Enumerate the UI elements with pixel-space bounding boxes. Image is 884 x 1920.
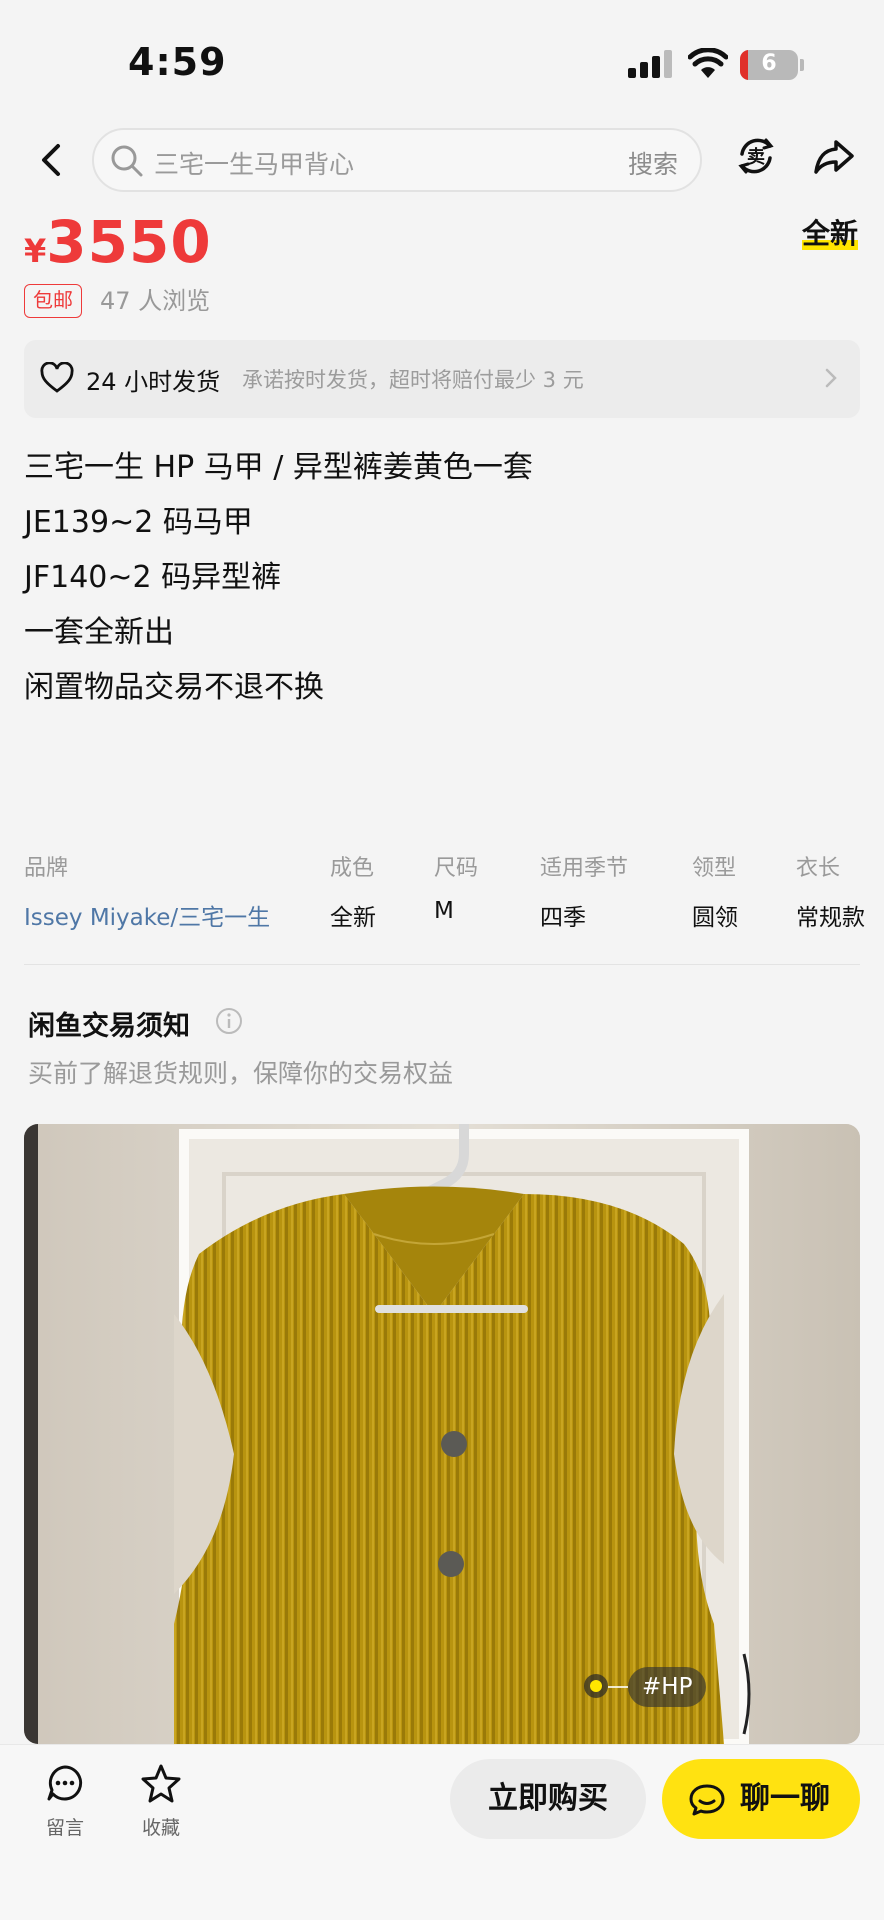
divider [24,964,860,965]
attr-condition: 成色 全新 [330,850,376,932]
info-icon[interactable] [214,1006,244,1036]
vest-illustration [24,1124,860,1744]
attr-value: 圆领 [692,905,738,931]
brand-link[interactable]: Issey Miyake/三宅一生 [24,898,270,932]
trade-notice-title[interactable]: 闲鱼交易须知 [28,1004,190,1043]
attr-key: 领型 [692,856,737,881]
attr-value: 全新 [330,905,376,931]
status-bar: 4:59 6 [0,0,884,120]
chevron-right-icon [825,368,837,388]
attr-size: 尺码 M [434,850,478,924]
share-icon[interactable] [812,134,856,178]
attr-value: 四季 [540,905,586,931]
view-count: 47 人浏览 [100,287,211,315]
description-line: JE139~2 码马甲 [24,505,253,540]
favorite-button[interactable]: 收藏 [126,1763,196,1840]
photo-tag-line [608,1686,628,1688]
photo-tag-dot[interactable] [584,1674,608,1698]
chat-button[interactable]: 聊一聊 [662,1759,860,1839]
photo-tag-label[interactable]: #HP [628,1667,707,1707]
battery-level: 6 [761,51,777,76]
status-time: 4:59 [128,40,227,84]
sell-icon[interactable]: 卖 [734,134,778,178]
buy-now-button[interactable]: 立即购买 [450,1759,646,1839]
search-placeholder: 三宅一生马甲背心 [154,150,355,179]
search-input[interactable]: 三宅一生马甲背心 搜索 [92,128,702,192]
favorite-label: 收藏 [141,1817,180,1839]
description-line: 闲置物品交易不退不换 [24,670,324,705]
attr-length: 衣长 常规款 [796,850,865,932]
heart-icon [40,362,74,393]
promise-desc: 承诺按时发货，超时将赔付最少 3 元 [242,368,584,392]
chat-label: 聊一聊 [740,1781,830,1816]
attr-key: 品牌 [24,856,69,881]
nav-bar: 三宅一生马甲背心 搜索 卖 [0,120,884,204]
bottom-action-bar: 留言 收藏 立即购买 聊一聊 [0,1744,884,1920]
promise-title: 24 小时发货 [86,368,221,396]
product-description: 三宅一生 HP 马甲 / 异型裤姜黄色一套 JE139~2 码马甲 JF140~… [24,440,864,715]
description-line: 三宅一生 HP 马甲 / 异型裤姜黄色一套 [24,450,533,485]
svg-text:卖: 卖 [747,146,765,168]
price-amount: 3550 [46,208,212,276]
attr-collar: 领型 圆领 [692,850,738,932]
comment-button[interactable]: 留言 [30,1763,100,1840]
price: ¥3550 [24,208,212,276]
price-currency: ¥ [24,232,47,270]
description-line: 一套全新出 [24,615,174,650]
attr-season: 适用季节 四季 [540,850,628,932]
search-icon [111,145,143,177]
trade-notice-subtitle: 买前了解退货规则，保障你的交易权益 [28,1059,454,1088]
battery-tip [800,59,804,71]
free-shipping-badge: 包邮 [24,284,82,318]
shipping-promise-banner[interactable]: 24 小时发货 承诺按时发货，超时将赔付最少 3 元 [24,340,860,418]
condition-badge: 全新 [801,212,859,252]
attribute-table: 品牌 Issey Miyake/三宅一生 成色 全新 尺码 M 适用季节 四季 … [0,850,884,932]
chat-bubble-icon [689,1784,725,1816]
attr-key: 尺码 [434,856,479,881]
back-chevron-icon[interactable] [30,138,74,182]
attr-brand: 品牌 Issey Miyake/三宅一生 [24,850,270,932]
comment-label: 留言 [45,1817,84,1839]
product-photo[interactable] [24,1124,860,1744]
cellular-signal-icon [628,50,672,78]
attr-value: 常规款 [796,905,865,931]
wifi-icon [688,48,728,78]
description-line: JF140~2 码异型裤 [24,560,282,595]
attr-key: 衣长 [796,856,841,881]
battery-indicator: 6 [740,50,798,80]
attr-key: 成色 [330,856,375,881]
attr-value: M [434,898,454,924]
comment-icon [47,1765,83,1801]
star-icon [141,1764,181,1803]
attr-key: 适用季节 [540,856,629,881]
search-button[interactable]: 搜索 [628,145,678,181]
